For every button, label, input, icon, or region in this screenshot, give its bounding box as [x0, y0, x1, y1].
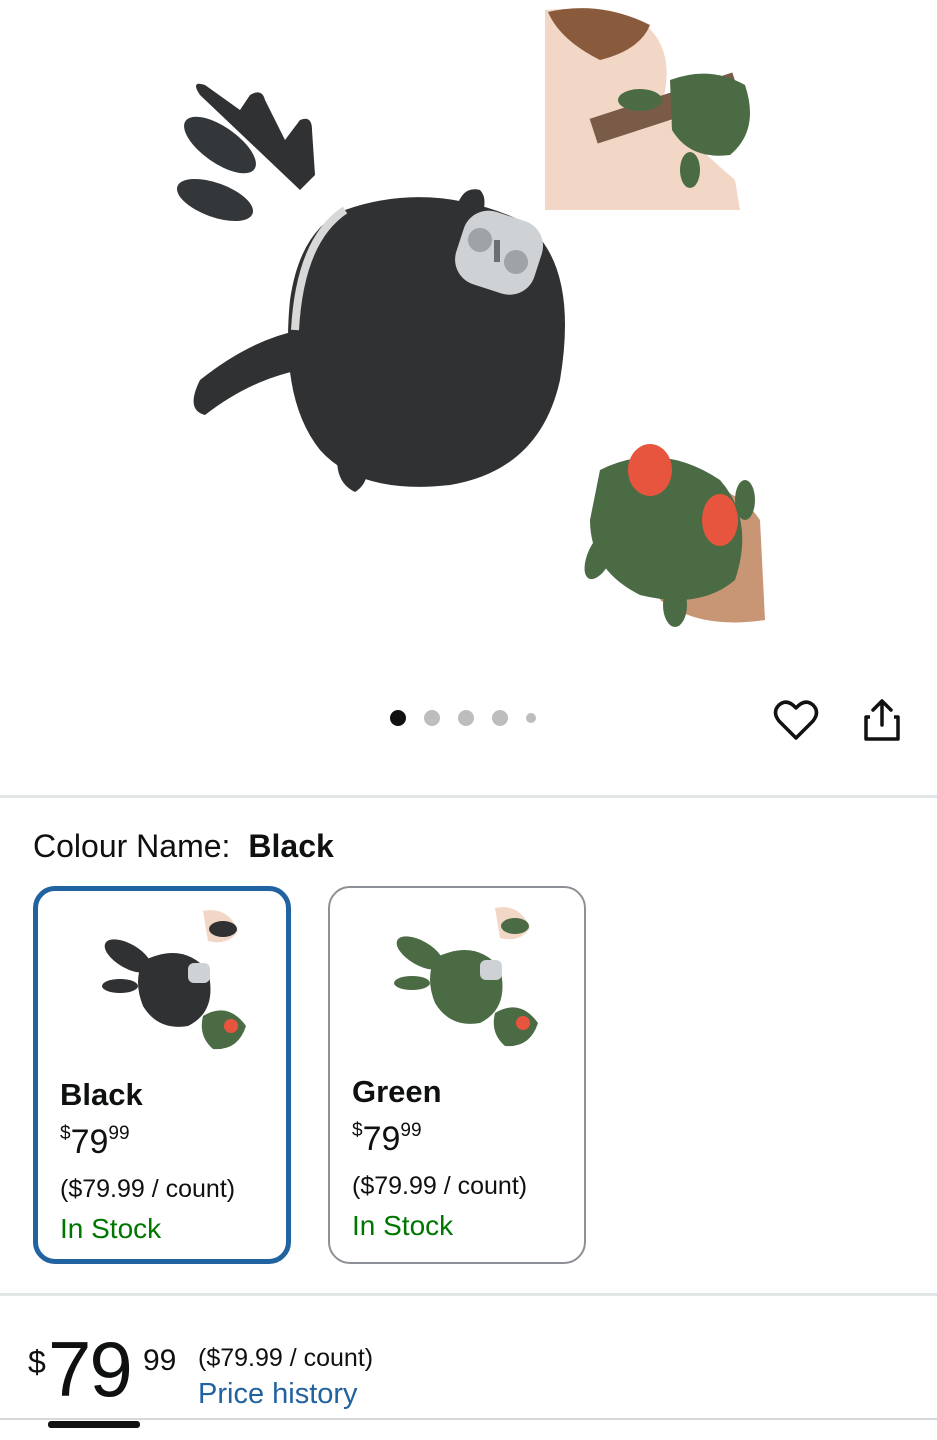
colour-name-label: Colour Name: Black — [33, 828, 334, 864]
share-button[interactable] — [857, 695, 907, 745]
black-massager-illustration — [176, 83, 565, 492]
swatch-price: $7999 — [352, 1120, 422, 1158]
swatch-thumbnail — [394, 907, 538, 1047]
green-massager-in-hand — [584, 444, 765, 627]
price-whole: 79 — [48, 1325, 133, 1413]
section-divider — [0, 1293, 937, 1296]
pagination-dot[interactable] — [458, 710, 474, 726]
product-image-gallery[interactable] — [0, 0, 937, 680]
swatch-unit-price: ($79.99 / count) — [352, 1172, 528, 1200]
swatch-thumbnail — [102, 910, 246, 1050]
price-underline — [48, 1421, 140, 1428]
wishlist-button[interactable] — [771, 695, 821, 745]
pagination-dot[interactable] — [424, 710, 440, 726]
swatch-name: Black — [60, 1077, 143, 1112]
model-with-massager — [545, 8, 750, 210]
swatch-price: $7999 — [60, 1123, 130, 1161]
price-currency: $ — [28, 1344, 46, 1380]
swatch-unit-price: ($79.99 / count) — [60, 1175, 236, 1203]
unit-price: ($79.99 / count) — [198, 1344, 374, 1372]
section-divider — [0, 795, 937, 798]
share-icon — [864, 699, 900, 741]
gallery-pagination[interactable] — [390, 710, 536, 726]
colour-swatch-black[interactable]: Black $7999 ($79.99 / count) In Stock — [33, 886, 291, 1264]
pagination-dot[interactable] — [390, 710, 406, 726]
pagination-dot[interactable] — [526, 713, 536, 723]
price-history-link[interactable]: Price history — [198, 1378, 358, 1411]
price-fraction: 99 — [143, 1344, 177, 1377]
colour-swatch-green[interactable]: Green $7999 ($79.99 / count) In Stock — [328, 886, 586, 1264]
product-image — [176, 8, 765, 627]
bottom-divider — [0, 1418, 937, 1420]
swatch-name: Green — [352, 1074, 442, 1109]
swatch-stock-status: In Stock — [60, 1213, 162, 1244]
selected-colour: Black — [248, 828, 334, 864]
swatch-stock-status: In Stock — [352, 1210, 454, 1241]
pagination-dot[interactable] — [492, 710, 508, 726]
heart-icon — [773, 700, 819, 740]
